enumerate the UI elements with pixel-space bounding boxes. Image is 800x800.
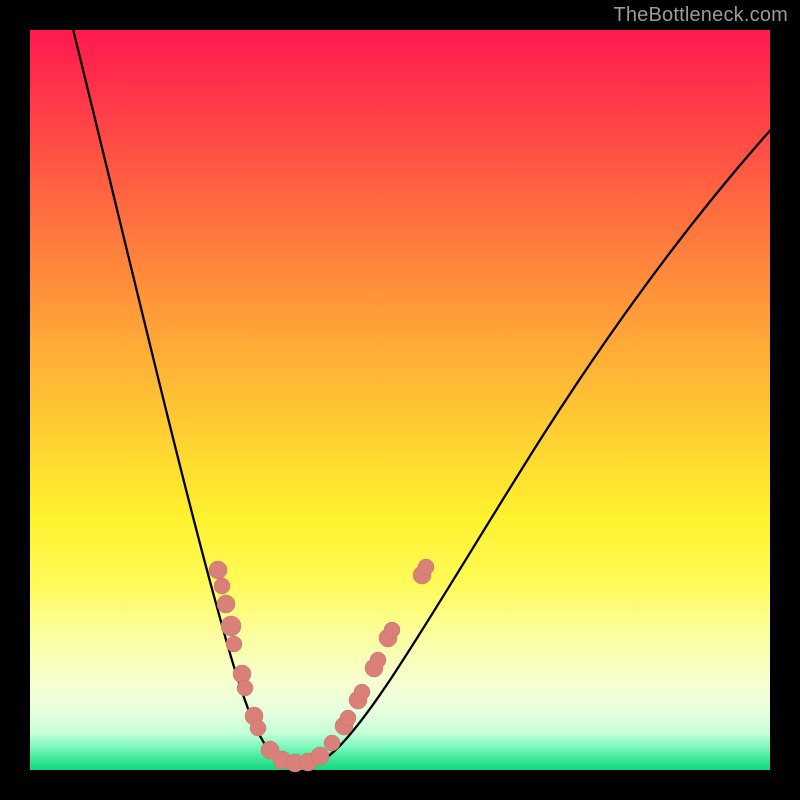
curve-group — [72, 25, 775, 767]
chart-plot-area — [30, 30, 770, 770]
watermark-text: TheBottleneck.com — [613, 4, 788, 27]
data-point — [221, 616, 241, 636]
data-point — [237, 680, 253, 696]
data-point — [384, 622, 400, 638]
data-point — [214, 578, 230, 594]
chart-svg — [30, 30, 770, 770]
data-point — [311, 747, 329, 765]
data-point — [250, 720, 266, 736]
data-point — [340, 710, 356, 726]
data-point — [354, 684, 370, 700]
data-point — [418, 559, 434, 575]
data-point — [209, 561, 227, 579]
data-point — [324, 735, 340, 751]
data-point — [233, 665, 251, 683]
curve-left-curve — [72, 25, 300, 767]
data-point — [217, 595, 235, 613]
data-point — [370, 652, 386, 668]
data-point — [226, 636, 242, 652]
